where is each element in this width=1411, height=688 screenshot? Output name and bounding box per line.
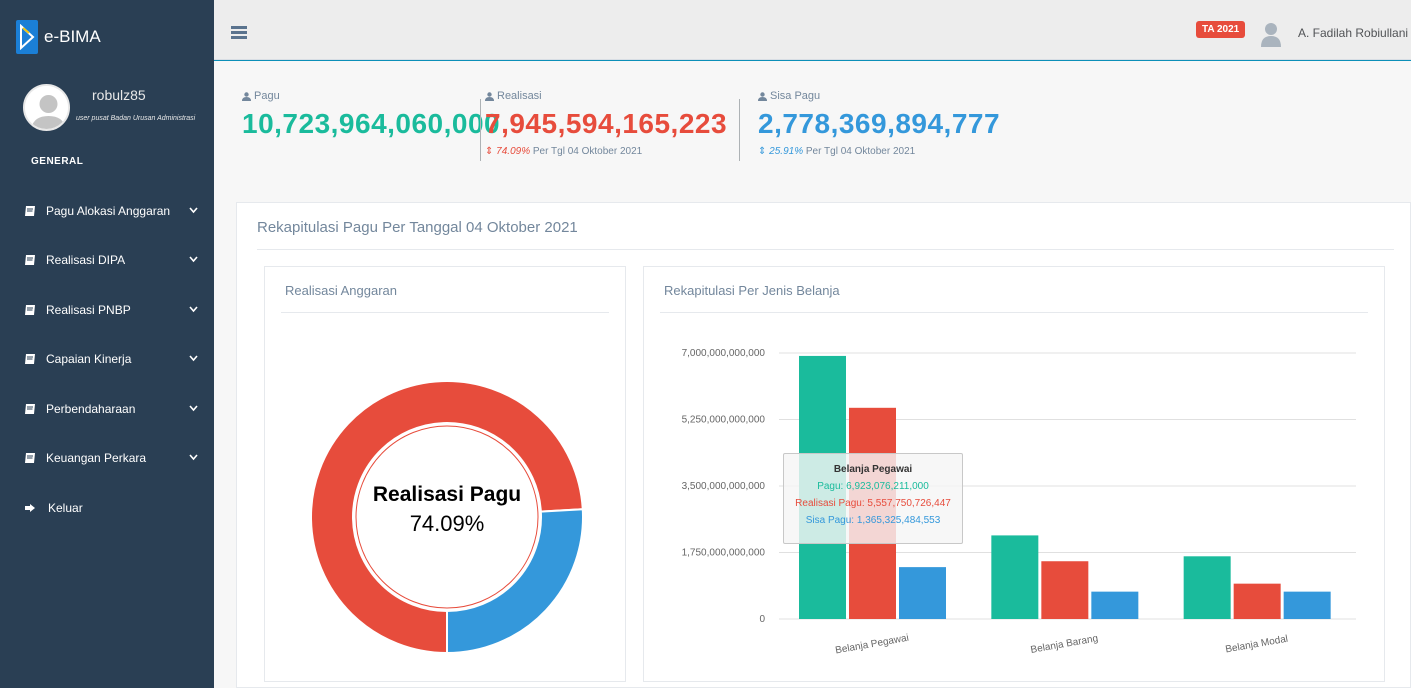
- book-icon: [25, 403, 35, 414]
- stat-pagu-label: Pagu: [254, 90, 280, 102]
- bar-chart: 0 1,750,000,000,000 3,500,000,000,000 5,250…: [682, 348, 1356, 657]
- menu-toggle-icon[interactable]: [231, 26, 247, 40]
- main-content: Pagu 10,723,964,060,000 Realisasi 7,945,…: [214, 61, 1411, 688]
- book-icon: [25, 255, 35, 266]
- sign-out-icon: [25, 503, 35, 512]
- user-icon: [485, 91, 494, 101]
- sidebar-item-perbendaharaan[interactable]: Perbendaharaan: [0, 384, 214, 434]
- sidebar-item-label: Pagu Alokasi Anggaran: [46, 203, 171, 218]
- stat-realisasi-note: Per Tgl 04 Oktober 2021: [532, 146, 643, 157]
- sidebar-item-keuangan-perkara[interactable]: Keuangan Perkara: [0, 434, 214, 484]
- topbar: TA 2021 A. Fadilah Robiullani: [214, 0, 1411, 60]
- chevron-down-icon: [189, 405, 198, 411]
- recap-panel: Rekapitulasi Pagu Per Tanggal 04 Oktober…: [236, 202, 1411, 688]
- tooltip-realisasi: Realisasi Pagu: 5,557,750,726,447: [795, 498, 951, 509]
- donut-title: Realisasi Anggaran: [285, 283, 398, 298]
- sidebar-item-label: Perbendaharaan: [46, 401, 136, 416]
- sidebar-item-pagu-alokasi-anggaran[interactable]: Pagu Alokasi Anggaran: [0, 186, 214, 236]
- stat-sisa-label: Sisa Pagu: [770, 90, 821, 102]
- user-icon: [758, 91, 767, 101]
- stat-divider: [739, 99, 740, 161]
- x-tick-label: Belanja Pegawai: [834, 633, 909, 657]
- stat-pagu: Pagu 10,723,964,060,000: [242, 90, 500, 140]
- panel-divider: [257, 249, 1394, 250]
- fiscal-year-badge: TA 2021: [1196, 21, 1246, 38]
- profile-username: robulz85: [92, 87, 146, 103]
- book-icon: [25, 453, 35, 464]
- avatar: [23, 84, 70, 131]
- bar-belanja-modal-s0[interactable]: [1183, 556, 1231, 619]
- chevron-down-icon: [189, 306, 198, 312]
- sidebar-item-realisasi-pnbp[interactable]: Realisasi PNBP: [0, 285, 214, 335]
- y-tick-label: 1,750,000,000,000: [682, 548, 766, 559]
- sidebar-item-realisasi-dipa[interactable]: Realisasi DIPA: [0, 236, 214, 286]
- bar-panel: Rekapitulasi Per Jenis Belanja 0 1,750,00…: [643, 266, 1385, 682]
- donut-chart: Realisasi Pagu 74.09%: [310, 380, 584, 655]
- stat-divider: [480, 99, 481, 161]
- sidebar-item-keluar[interactable]: Keluar: [0, 483, 214, 533]
- bar-belanja-pegawai-s2[interactable]: [899, 567, 946, 619]
- book-icon: [25, 205, 35, 216]
- tooltip-sisa: Sisa Pagu: 1,365,325,484,553: [805, 515, 941, 526]
- sidebar-item-label: Realisasi PNBP: [46, 302, 131, 317]
- user-icon: [242, 91, 251, 101]
- donut-center-label: Realisasi Pagu: [373, 483, 521, 506]
- stat-sisa-pct: 25.91%: [769, 146, 804, 157]
- profile: robulz85 user pusat Badan Urusan Adminis…: [23, 84, 209, 144]
- book-icon: [25, 354, 35, 365]
- x-tick-label: Belanja Modal: [1225, 634, 1289, 656]
- sidebar: e-BIMA robulz85 user pusat Badan Urusan …: [0, 0, 214, 688]
- bar-belanja-modal-s1[interactable]: [1233, 583, 1281, 619]
- sort-icon: ⇕: [485, 146, 494, 157]
- x-tick-label: Belanja Barang: [1030, 633, 1099, 656]
- brand[interactable]: e-BIMA: [16, 20, 101, 54]
- sidebar-menu: Pagu Alokasi Anggaran Realisasi DIPA Reali…: [0, 186, 214, 533]
- menu-section-title: GENERAL: [31, 156, 84, 167]
- y-tick-label: 0: [759, 614, 765, 625]
- bar-belanja-barang-s0[interactable]: [991, 535, 1039, 619]
- profile-role: user pusat Badan Urusan Administrasi: [76, 115, 196, 122]
- stat-sisa-note: Per Tgl 04 Oktober 2021: [805, 146, 916, 157]
- sidebar-item-capaian-kinerja[interactable]: Capaian Kinerja: [0, 335, 214, 385]
- stat-pagu-value: 10,723,964,060,000: [242, 108, 501, 139]
- tooltip-title: Belanja Pegawai: [833, 464, 913, 475]
- stat-sisa: Sisa Pagu 2,778,369,894,777 ⇕ 25.91% Per…: [758, 90, 1000, 157]
- sort-icon: ⇕: [758, 146, 767, 157]
- chevron-down-icon: [189, 207, 198, 213]
- stat-sisa-value: 2,778,369,894,777: [758, 108, 1001, 139]
- stat-realisasi-pct: 74.09%: [496, 146, 531, 157]
- chart-tooltip: Belanja Pegawai Pagu: 6,923,076,211,000 …: [783, 453, 963, 544]
- chevron-down-icon: [189, 256, 198, 263]
- bar-belanja-barang-s2[interactable]: [1091, 591, 1139, 619]
- user-icon[interactable]: [1260, 21, 1282, 47]
- sidebar-item-label: Capaian Kinerja: [46, 352, 132, 367]
- sidebar-item-label: Realisasi DIPA: [46, 253, 126, 268]
- user-name[interactable]: A. Fadilah Robiullani: [1298, 26, 1408, 40]
- chevron-down-icon: [189, 454, 198, 461]
- bar-title: Rekapitulasi Per Jenis Belanja: [664, 283, 840, 298]
- donut-center-value: 74.09%: [410, 511, 485, 536]
- brand-logo-icon: [16, 20, 38, 54]
- y-tick-label: 5,250,000,000,000: [682, 415, 766, 426]
- book-icon: [25, 304, 35, 315]
- tooltip-pagu: Pagu: 6,923,076,211,000: [817, 481, 929, 492]
- bar-belanja-modal-s2[interactable]: [1283, 591, 1331, 619]
- stat-realisasi-value: 7,945,594,165,223: [485, 108, 728, 139]
- sidebar-item-label: Keuangan Perkara: [46, 451, 147, 466]
- brand-name: e-BIMA: [44, 27, 101, 46]
- panel-title: Rekapitulasi Pagu Per Tanggal 04 Oktober…: [257, 219, 578, 236]
- sidebar-item-label: Keluar: [48, 500, 83, 515]
- y-tick-label: 7,000,000,000,000: [682, 348, 766, 359]
- chevron-down-icon: [189, 355, 198, 362]
- y-tick-label: 3,500,000,000,000: [682, 481, 766, 492]
- stat-realisasi-label: Realisasi: [497, 90, 542, 102]
- donut-panel: Realisasi Anggaran Realisasi Pagu 74.09%: [264, 266, 626, 682]
- stat-realisasi: Realisasi 7,945,594,165,223 ⇕ 74.09% Per…: [485, 90, 727, 157]
- bar-belanja-barang-s1[interactable]: [1041, 561, 1089, 619]
